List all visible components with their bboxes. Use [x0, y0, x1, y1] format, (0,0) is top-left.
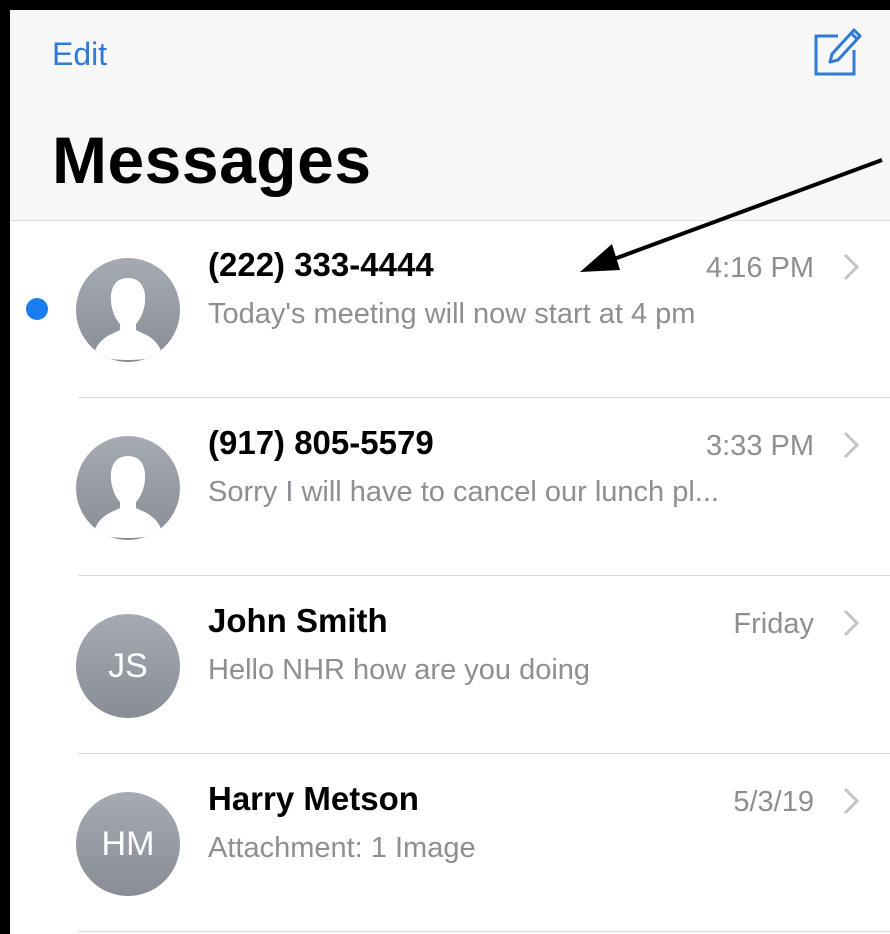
message-time: 5/3/19 [733, 786, 814, 818]
chevron-right-icon [842, 428, 860, 462]
chevron-right-icon [842, 606, 860, 640]
page-title: Messages [52, 123, 372, 197]
contact-name: (222) 333-4444 [208, 246, 434, 283]
message-time: 4:16 PM [706, 252, 814, 284]
message-time: Friday [733, 608, 814, 640]
message-preview: Hello NHR how are you doing [208, 654, 591, 686]
conversation-row[interactable]: (222) 333-4444 4:16 PM Today's meeting w… [10, 220, 890, 398]
message-preview: Attachment: 1 Image [208, 832, 476, 864]
conversation-row[interactable]: JS John Smith Friday Hello NHR how are y… [10, 576, 890, 754]
conversation-row[interactable]: (917) 805-5579 3:33 PM Sorry I will have… [10, 398, 890, 576]
row-divider [78, 931, 890, 932]
unread-indicator [26, 298, 48, 320]
contact-name: John Smith [208, 602, 388, 639]
messages-screen: Edit Messages (222) 333-4444 4:16 PM Tod… [10, 10, 890, 934]
avatar-initials: HM [76, 792, 180, 896]
edit-button[interactable]: Edit [52, 36, 107, 73]
message-time: 3:33 PM [706, 430, 814, 462]
chevron-right-icon [842, 250, 860, 284]
chevron-right-icon [842, 784, 860, 818]
avatar-initials: JS [76, 614, 180, 718]
contact-name: (917) 805-5579 [208, 424, 434, 461]
compose-icon[interactable] [808, 24, 864, 80]
contact-name: Harry Metson [208, 780, 419, 817]
nav-header: Edit Messages [10, 10, 890, 221]
person-icon [76, 436, 180, 540]
person-icon [76, 258, 180, 362]
conversation-row[interactable]: HM Harry Metson 5/3/19 Attachment: 1 Ima… [10, 754, 890, 932]
message-preview: Sorry I will have to cancel our lunch pl… [208, 476, 719, 508]
message-preview: Today's meeting will now start at 4 pm [208, 298, 696, 330]
